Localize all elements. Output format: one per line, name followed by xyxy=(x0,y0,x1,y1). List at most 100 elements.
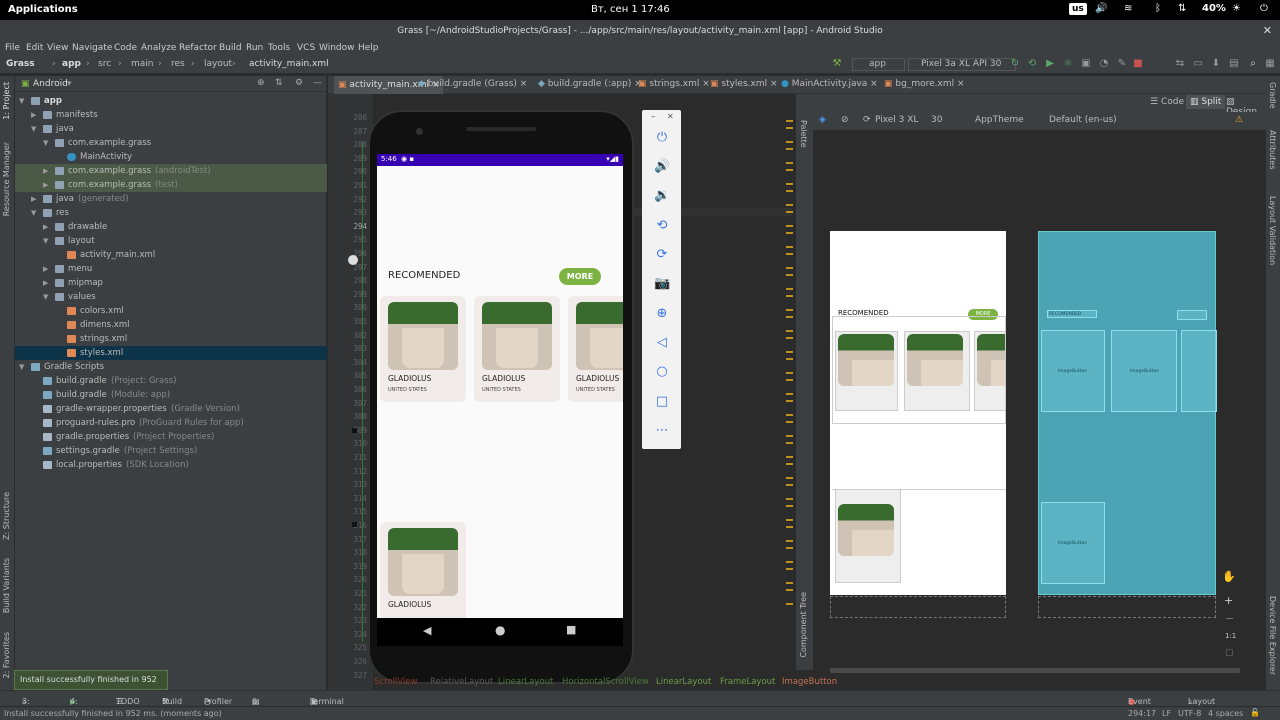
crumb-linearlayout[interactable]: LinearLayout xyxy=(498,677,553,687)
plant-card[interactable]: GLADIOLUS xyxy=(380,522,466,618)
tree-item[interactable]: ▼ res xyxy=(15,206,327,220)
layout-preview[interactable]: RECOMENDED MORE xyxy=(830,231,1006,595)
file-encoding[interactable]: UTF-8 xyxy=(1178,709,1201,718)
os-clock[interactable]: Вт, сен 1 17:46 xyxy=(591,4,670,15)
rotate-left-icon[interactable]: ⟲ xyxy=(654,218,670,234)
profile-icon[interactable]: ◔ xyxy=(1099,59,1109,69)
menu-code[interactable]: Code xyxy=(114,43,137,53)
tree-item[interactable]: local.properties (SDK Location) xyxy=(15,458,327,472)
blueprint-toggle-icon[interactable]: ⊘ xyxy=(841,115,849,125)
stop-icon[interactable]: ■ xyxy=(1133,59,1143,69)
tab-strings[interactable]: ▣ strings.xml × xyxy=(638,79,710,89)
rotate-right-icon[interactable]: ⟳ xyxy=(654,247,670,263)
collapse-all-icon[interactable]: ⇅ xyxy=(275,78,283,88)
network-icon[interactable]: ⇅ xyxy=(1178,3,1186,14)
chevron-right-icon[interactable]: ▶ xyxy=(31,108,36,122)
preview-card[interactable] xyxy=(835,489,901,583)
preview-card[interactable] xyxy=(974,331,1006,411)
home-nav-icon[interactable]: ● xyxy=(495,623,505,637)
tree-item[interactable]: ▼ java xyxy=(15,122,327,136)
chevron-right-icon[interactable]: ▶ xyxy=(43,178,48,192)
orientation-icon[interactable]: ⟳ xyxy=(863,115,871,125)
palette-tab[interactable]: Palette xyxy=(799,120,808,148)
locate-icon[interactable]: ⊕ xyxy=(257,78,265,88)
breadcrumb-file[interactable]: activity_main.xml xyxy=(249,59,329,69)
make-project-icon[interactable]: ⚒ xyxy=(832,59,842,69)
breadcrumb-main[interactable]: main xyxy=(131,59,154,69)
menu-analyze[interactable]: Analyze xyxy=(141,43,176,53)
layers-icon[interactable]: ◈ xyxy=(819,115,826,125)
menu-help[interactable]: Help xyxy=(358,43,379,53)
menu-navigate[interactable]: Navigate xyxy=(72,43,112,53)
tree-item[interactable]: ▶ java (generated) xyxy=(15,192,327,206)
chevron-right-icon[interactable]: ▶ xyxy=(43,262,48,276)
menu-edit[interactable]: Edit xyxy=(26,43,43,53)
tab-styles[interactable]: ▣ styles.xml × xyxy=(710,79,778,89)
chevron-right-icon[interactable]: ▶ xyxy=(31,192,36,206)
back-icon[interactable]: ◁ xyxy=(654,335,670,351)
more-options-icon[interactable]: ⋯ xyxy=(654,423,670,439)
tab-mainactivity[interactable]: ● MainActivity.java × xyxy=(781,79,878,89)
crumb-framelayout[interactable]: FrameLayout xyxy=(720,677,775,687)
caret-position[interactable]: 294:17 xyxy=(1128,709,1156,718)
crumb-relativelayout[interactable]: RelativeLayout xyxy=(430,677,493,687)
editor-scrollbar[interactable] xyxy=(786,120,794,620)
preview-card[interactable] xyxy=(904,331,970,411)
resource-manager-tab[interactable]: Resource Manager xyxy=(2,142,11,216)
plant-card[interactable]: GLADIOLUS UNITED STATES xyxy=(474,296,560,402)
crumb-linearlayout-inner[interactable]: LinearLayout xyxy=(656,677,711,687)
chevron-down-icon[interactable]: ▾ xyxy=(67,79,72,89)
breadcrumb-res[interactable]: res xyxy=(171,59,185,69)
project-tool-tab[interactable]: 1: Project xyxy=(2,82,11,120)
tree-item[interactable]: MainActivity xyxy=(15,150,327,164)
api-level-select[interactable]: 30 xyxy=(931,115,942,125)
plant-card[interactable]: GLADIOLUS UNITED STATES xyxy=(568,296,623,402)
bluetooth-icon[interactable]: ᛒ xyxy=(1155,3,1161,14)
gear-icon[interactable]: ⚙ xyxy=(295,78,303,88)
tab-build-gradle-app[interactable]: ◆ build.gradle (:app) × xyxy=(538,79,642,89)
menu-tools[interactable]: Tools xyxy=(268,43,290,53)
close-icon[interactable]: ✕ xyxy=(667,112,674,121)
tree-item[interactable]: ▶ mipmap xyxy=(15,276,327,290)
recents-nav-icon[interactable]: ■ xyxy=(566,623,576,636)
screenshot-icon[interactable]: 📷 xyxy=(654,276,670,292)
plant-card[interactable]: GLADIOLUS UNITED STATES xyxy=(380,296,466,402)
chevron-down-icon[interactable]: ▼ xyxy=(19,94,24,108)
attach-debugger-icon[interactable]: ✎ xyxy=(1117,59,1127,69)
tree-item[interactable]: build.gradle (Module: app) xyxy=(15,388,327,402)
sdk-manager-icon[interactable]: ⬇ xyxy=(1211,59,1221,69)
close-window-icon[interactable]: ✕ xyxy=(1263,20,1272,42)
run-icon[interactable]: ▶ xyxy=(1045,59,1055,69)
chevron-down-icon[interactable]: ▼ xyxy=(43,234,48,248)
menu-refactor[interactable]: Refactor xyxy=(179,43,217,53)
chevron-down-icon[interactable]: ▼ xyxy=(43,136,48,150)
gradle-tab[interactable]: Gradle xyxy=(1268,82,1277,109)
menu-build[interactable]: Build xyxy=(219,43,242,53)
chevron-down-icon[interactable]: ▼ xyxy=(19,360,24,374)
emulator-screen[interactable]: 5:46 ◉ ▪ ▾◢▮ RECOMENDED MORE GLADIOLUS UN… xyxy=(377,154,623,618)
volume-up-icon[interactable]: 🔊 xyxy=(654,159,670,175)
component-tree-tab[interactable]: Component Tree xyxy=(799,592,808,658)
crumb-imagebutton[interactable]: ImageButton xyxy=(782,677,837,687)
overview-icon[interactable]: □ xyxy=(654,394,670,410)
tree-item[interactable]: gradle.properties (Project Properties) xyxy=(15,430,327,444)
lock-icon[interactable]: 🔓 xyxy=(1250,708,1260,717)
breadcrumb-src[interactable]: src xyxy=(98,59,111,69)
favorites-tab[interactable]: 2: Favorites xyxy=(2,632,11,678)
avd-manager-icon[interactable]: ▭ xyxy=(1193,59,1203,69)
chevron-right-icon[interactable]: ▶ xyxy=(43,276,48,290)
warning-icon[interactable]: ⚠ xyxy=(1235,115,1243,125)
attributes-tab[interactable]: Attributes xyxy=(1268,130,1277,170)
settings-icon[interactable]: ▦ xyxy=(1265,59,1275,69)
tree-item[interactable]: ▼ layout xyxy=(15,234,327,248)
wifi-icon[interactable]: ≋ xyxy=(1124,3,1132,14)
tree-item[interactable]: ▶ menu xyxy=(15,262,327,276)
applications-menu[interactable]: Applications xyxy=(8,4,78,15)
module-select[interactable]: app xyxy=(852,58,905,71)
layout-validation-tab[interactable]: Layout Validation xyxy=(1268,196,1277,265)
home-icon[interactable]: ○ xyxy=(654,364,670,380)
tree-item[interactable]: ▶ manifests xyxy=(15,108,327,122)
structure-tab[interactable]: Z: Structure xyxy=(2,492,11,540)
back-nav-icon[interactable]: ◀ xyxy=(423,624,431,637)
split-mode-button[interactable]: ▥ Split xyxy=(1186,95,1226,109)
